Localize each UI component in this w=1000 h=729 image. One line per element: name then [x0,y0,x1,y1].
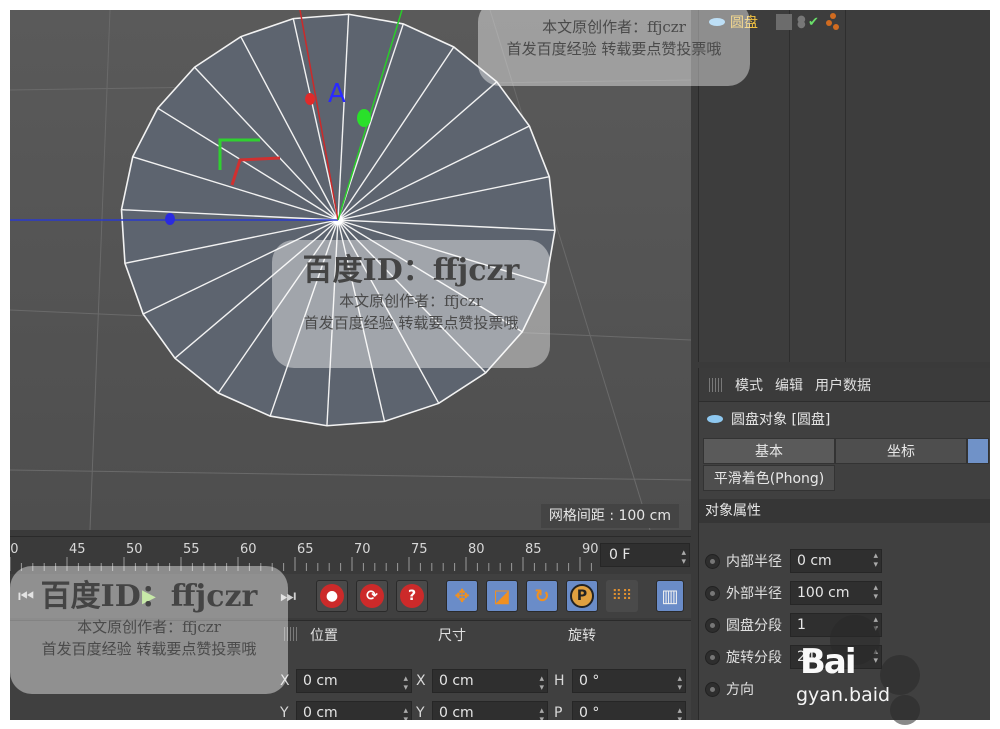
size-y-input[interactable]: 0 cm ▴ ▾ [432,701,548,720]
tab-basic[interactable]: 基本 [703,438,835,464]
timeline-tick-label: 50 [126,542,143,557]
axis-label: P [554,705,563,720]
menu-mode[interactable]: 模式 [735,375,763,395]
grid-line [10,469,691,481]
attribute-menu-bar: 模式 编辑 用户数据 [699,368,990,402]
timeline-button[interactable]: ▥ [656,580,684,612]
axis-label: Y [280,705,289,720]
column-divider [845,10,846,362]
current-frame-input[interactable]: 0 F ▴ ▾ [600,543,690,567]
animate-radio-icon[interactable] [705,649,720,665]
baidu-logo-text: gyan.baid [796,684,891,706]
grid-spacing-label: 网格间距 : 100 cm [540,504,679,528]
rotation-h-input[interactable]: 0 ° ▴ ▾ [572,669,686,693]
autokey-button[interactable]: ⟳ [356,580,388,612]
attribute-tabs: 基本 坐标 [703,438,990,464]
tab-coordinates[interactable]: 坐标 [835,438,967,464]
timeline-tick-label: 75 [411,542,428,557]
baidu-logo-mark: Bai [800,642,856,682]
prop-inner-radius: 内部半径 0 cm ▴ ▾ [705,548,882,574]
move-icon: ✥ [454,585,470,607]
y-axis-handle [305,93,315,105]
timeline-tick-label: 60 [240,542,257,557]
visibility-tag-icon[interactable] [776,14,792,30]
tab-object[interactable] [967,438,989,464]
dots-grid-icon: ⠿⠿ [611,588,633,604]
z-axis-handle [165,213,175,225]
disc-icon [707,415,723,423]
axis-label-a: A [328,79,346,109]
grip-icon[interactable] [709,377,723,392]
outer-radius-input[interactable]: 100 cm ▴ ▾ [790,581,882,605]
x-axis-handle [357,109,371,127]
autokey-icon: ⟳ [360,584,384,608]
prop-outer-radius: 外部半径 100 cm ▴ ▾ [705,580,882,606]
enabled-check-icon[interactable]: ✔ [808,15,819,30]
tab-phong[interactable]: 平滑着色(Phong) [703,465,835,491]
header-size: 尺寸 [438,628,466,644]
scale-key-button[interactable]: ◪ [486,580,518,612]
timeline-tick-label: 85 [525,542,542,557]
move-key-button[interactable]: ✥ [446,580,478,612]
record-keyframe-button[interactable]: ● [316,580,348,612]
timeline-tick-label: 80 [468,542,485,557]
timeline-tick-label: 45 [69,542,86,557]
attribute-title: 圆盘对象 [圆盘] [699,402,990,436]
axis-label: H [554,673,565,689]
axis-label: Y [416,705,425,720]
traffic-light-icon[interactable]: ● ● [797,15,806,30]
timeline-tick-label: 70 [354,542,371,557]
inner-radius-input[interactable]: 0 cm ▴ ▾ [790,549,882,573]
menu-user-data[interactable]: 用户数据 [815,375,871,395]
param-p-icon: P [570,584,594,608]
timeline-tick-label: 65 [297,542,314,557]
size-x-input[interactable]: 0 cm ▴ ▾ [432,669,548,693]
animate-radio-icon[interactable] [705,617,720,633]
rotate-icon: ↻ [534,585,550,607]
keyframe-selection-button[interactable]: ? [396,580,428,612]
rotate-key-button[interactable]: ↻ [526,580,558,612]
watermark-bottom-left: 百度ID：ffjczr 本文原创作者：ffjczr 首发百度经验 转载要点赞投票… [10,566,288,694]
rotation-p-input[interactable]: 0 ° ▴ ▾ [572,701,686,720]
timeline-tick-label: 40 [10,542,19,557]
position-x-input[interactable]: 0 cm ▴ ▾ [296,669,412,693]
object-title: 圆盘对象 [圆盘] [731,412,831,428]
axis-label: X [416,673,426,689]
header-rotation: 旋转 [568,628,596,644]
column-divider [789,10,790,362]
timeline-tick-label: 90 [582,542,599,557]
section-object-properties: 对象属性 [699,499,990,523]
pla-key-button[interactable]: ⠿⠿ [606,580,638,612]
position-y-input[interactable]: 0 cm ▴ ▾ [296,701,412,720]
header-position: 位置 [310,628,338,644]
grid-line [89,10,111,530]
prop-orientation: 方向 [705,676,790,702]
watermark-top: 本文原创作者：ffjczr 首发百度经验 转载要点赞投票哦 [478,0,750,86]
film-icon: ▥ [661,585,679,607]
animate-radio-icon[interactable] [705,553,720,569]
menu-edit[interactable]: 编辑 [775,375,803,395]
animate-radio-icon[interactable] [705,585,720,601]
material-tag-icon[interactable] [824,13,840,31]
timeline-tick-label: 55 [183,542,200,557]
question-icon: ? [400,584,424,608]
record-key-icon: ● [320,584,344,608]
watermark-center: 百度ID：ffjczr 本文原创作者：ffjczr 首发百度经验 转载要点赞投票… [272,240,550,368]
animate-radio-icon[interactable] [705,681,720,697]
scale-icon: ◪ [493,585,511,607]
param-key-button[interactable]: P [566,580,598,612]
